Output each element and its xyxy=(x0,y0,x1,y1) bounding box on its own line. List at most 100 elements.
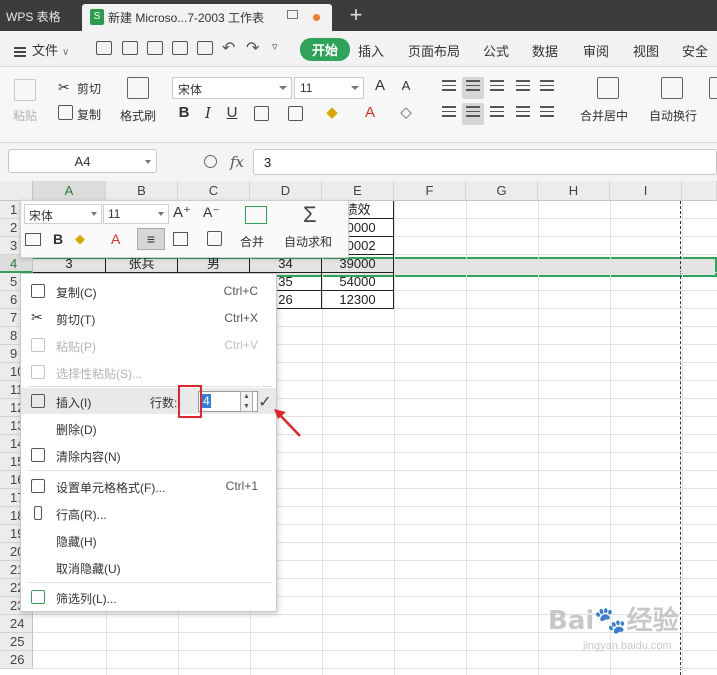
mini-merge-icon[interactable] xyxy=(245,206,267,224)
mini-merge-button[interactable]: 合并 xyxy=(240,233,264,250)
decrease-font-icon[interactable]: A xyxy=(396,76,416,96)
italic-icon[interactable]: I xyxy=(198,103,218,123)
mini-align-center-icon[interactable]: ≡ xyxy=(137,228,165,250)
print-icon[interactable] xyxy=(172,41,188,55)
cut-button[interactable]: 剪切 xyxy=(77,80,101,97)
menu-item-hide[interactable]: 隐藏(H) xyxy=(21,527,276,553)
column-header[interactable] xyxy=(682,181,717,201)
tab-data[interactable]: 数据 xyxy=(532,41,558,60)
format-painter-button[interactable]: 格式刷 xyxy=(120,107,156,124)
tab-home[interactable]: 开始 xyxy=(300,38,351,61)
clear-format-icon[interactable]: ◇ xyxy=(396,103,416,123)
align-right-icon[interactable] xyxy=(486,103,508,125)
border-icon[interactable] xyxy=(254,106,269,121)
mini-font-name-select[interactable]: 宋体 xyxy=(24,204,102,224)
fill-color-icon[interactable]: ◆ xyxy=(322,103,342,123)
menu-item-insert[interactable]: 插入(I) 行数: 4 ▲ ▼ xyxy=(21,388,276,414)
merge-center-icon[interactable] xyxy=(597,77,619,99)
tab-view[interactable]: 视图 xyxy=(633,41,659,60)
column-header[interactable]: A xyxy=(33,181,106,201)
tab-review[interactable]: 审阅 xyxy=(583,41,609,60)
mini-border-icon[interactable] xyxy=(173,232,188,246)
tab-formulas[interactable]: 公式 xyxy=(483,41,509,60)
mini-bold-icon[interactable]: B xyxy=(53,231,63,247)
mini-font-color-icon[interactable]: A xyxy=(111,231,120,247)
justify-icon[interactable] xyxy=(512,103,534,125)
column-header[interactable]: I xyxy=(610,181,682,201)
increase-indent-icon[interactable] xyxy=(536,77,558,99)
window-pin-icon[interactable] xyxy=(287,10,298,19)
customize-icon[interactable]: ▿ xyxy=(272,40,278,53)
menu-item-delete[interactable]: 删除(D) xyxy=(21,415,276,441)
more-icon[interactable] xyxy=(709,77,717,99)
distributed-icon[interactable] xyxy=(536,103,558,125)
menu-item-row-height[interactable]: 行高(R)... xyxy=(21,500,276,526)
font-color-icon[interactable]: A xyxy=(360,103,380,123)
column-header[interactable]: F xyxy=(394,181,466,201)
mini-shrink-font-button[interactable]: A⁻ xyxy=(203,204,220,221)
undo-icon[interactable]: ↶ xyxy=(222,38,235,58)
menu-item-clear-contents[interactable]: 清除内容(N) xyxy=(21,442,276,468)
open-icon[interactable] xyxy=(96,41,112,55)
search-icon[interactable] xyxy=(204,155,217,168)
align-bottom-icon[interactable] xyxy=(486,77,508,99)
merge-center-button[interactable]: 合并居中 xyxy=(580,107,628,124)
save-icon[interactable] xyxy=(122,41,138,55)
file-menu[interactable]: 文件 ∨ xyxy=(14,40,69,59)
format-painter-icon[interactable] xyxy=(127,77,149,99)
tab-security[interactable]: 安全 xyxy=(682,41,708,60)
mini-fill-color-icon[interactable]: ◆ xyxy=(75,231,85,247)
align-left-icon[interactable] xyxy=(438,103,460,125)
function-icon[interactable]: fx xyxy=(230,153,244,171)
mini-format-painter-icon[interactable] xyxy=(207,231,222,246)
menu-item-copy[interactable]: 复制(C) Ctrl+C xyxy=(21,278,276,304)
mini-grow-font-button[interactable]: A⁺ xyxy=(173,203,191,221)
print-preview-icon[interactable] xyxy=(197,41,213,55)
increase-font-icon[interactable]: A xyxy=(370,76,390,96)
font-size-select[interactable]: 11 xyxy=(294,77,364,99)
bold-icon[interactable]: B xyxy=(174,103,194,123)
font-name-select[interactable]: 宋体 xyxy=(172,77,292,99)
copy-button[interactable]: 复制 xyxy=(77,106,101,123)
new-tab-button[interactable]: + xyxy=(344,2,368,28)
row-header[interactable]: 26 xyxy=(0,651,33,669)
column-header[interactable]: D xyxy=(250,181,322,201)
decrease-indent-icon[interactable] xyxy=(512,77,534,99)
paste-icon[interactable] xyxy=(14,79,36,101)
cell-e6[interactable]: 12300 xyxy=(322,291,394,309)
stepper-down-icon[interactable]: ▼ xyxy=(241,402,252,412)
tab-page-layout[interactable]: 页面布局 xyxy=(408,41,460,60)
menu-item-unhide[interactable]: 取消隐藏(U) xyxy=(21,554,276,580)
row-header[interactable]: 24 xyxy=(0,615,33,633)
cell-style-icon[interactable] xyxy=(288,106,303,121)
redo-icon[interactable]: ↷ xyxy=(246,38,259,58)
cell-e5[interactable]: 54000 xyxy=(322,273,394,291)
formula-input[interactable]: 3 xyxy=(253,149,717,175)
column-header[interactable]: E xyxy=(322,181,394,201)
align-middle-icon[interactable] xyxy=(462,77,484,99)
rows-count-stepper[interactable]: ▲ ▼ xyxy=(240,391,253,412)
column-header[interactable]: G xyxy=(466,181,538,201)
document-tab[interactable]: S 新建 Microso...7-2003 工作表 xyxy=(82,4,332,31)
menu-item-format-cells[interactable]: 设置单元格格式(F)... Ctrl+1 xyxy=(21,473,276,499)
mini-autosum-button[interactable]: 自动求和 xyxy=(284,233,332,250)
align-center-icon[interactable] xyxy=(462,103,484,125)
column-header[interactable]: B xyxy=(106,181,178,201)
column-header[interactable]: C xyxy=(178,181,250,201)
name-box[interactable]: A4 xyxy=(8,149,157,173)
select-all-corner[interactable] xyxy=(0,181,33,201)
export-pdf-icon[interactable] xyxy=(147,41,163,55)
row-header[interactable]: 25 xyxy=(0,633,33,651)
paste-button-label[interactable]: 粘贴 xyxy=(13,107,37,124)
menu-item-filter-column[interactable]: 筛选列(L)... xyxy=(21,584,276,610)
menu-item-cut[interactable]: ✂ 剪切(T) Ctrl+X xyxy=(21,305,276,331)
mini-wrap-icon[interactable] xyxy=(25,233,41,246)
stepper-up-icon[interactable]: ▲ xyxy=(241,392,252,402)
sum-icon[interactable]: Σ xyxy=(303,202,317,228)
wrap-text-icon[interactable] xyxy=(661,77,683,99)
wrap-text-button[interactable]: 自动换行 xyxy=(649,107,697,124)
mini-font-size-select[interactable]: 11 xyxy=(103,204,169,224)
align-top-icon[interactable] xyxy=(438,77,460,99)
app-tab[interactable]: WPS 表格 xyxy=(0,0,77,31)
underline-icon[interactable]: U xyxy=(222,103,242,123)
